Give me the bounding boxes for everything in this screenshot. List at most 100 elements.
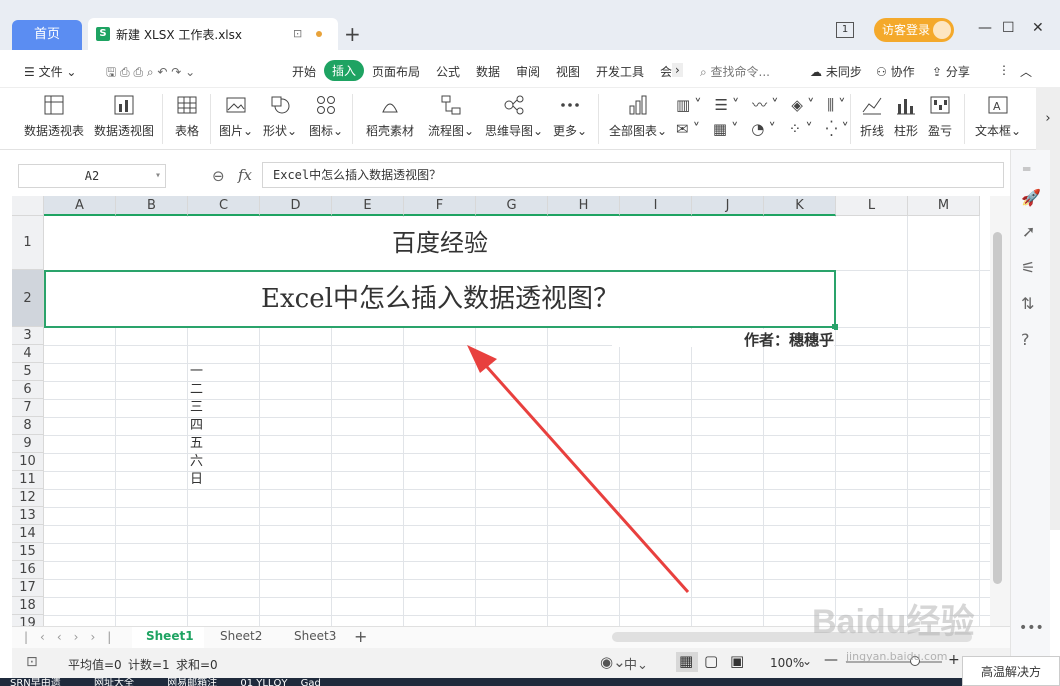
- tab-document[interactable]: S 新建 XLSX 工作表.xlsx ⊡: [88, 18, 338, 50]
- zoom-menu-icon[interactable]: ⌄: [802, 654, 812, 668]
- menu-page-layout[interactable]: 页面布局: [372, 63, 420, 80]
- taskbar-item[interactable]: 网易邮箱注: [167, 678, 217, 686]
- flowchart-button[interactable]: 流程图⌄: [424, 88, 478, 150]
- page-indicator-icon[interactable]: 1: [836, 22, 854, 38]
- column-chart-button[interactable]: 柱形: [888, 88, 924, 150]
- textbox-icon: A: [988, 96, 1008, 114]
- zoom-formula-icon[interactable]: ⊖: [212, 167, 225, 185]
- quick-tools-icon[interactable]: 🖫 ⎙ ⎙ ⌕ ↶ ↷ ⌄: [106, 63, 195, 84]
- menu-insert[interactable]: 插入: [324, 60, 365, 81]
- picture-button[interactable]: 图片⌄: [216, 88, 256, 150]
- winloss-chart-button[interactable]: 盈亏: [922, 88, 958, 150]
- collaborate-label: 协作: [890, 65, 915, 79]
- ribbon-scroll-right-icon[interactable]: ›: [1036, 88, 1060, 150]
- pivot-chart-icon: [114, 95, 134, 115]
- line-chart-button[interactable]: 折线: [854, 88, 890, 150]
- pin-icon[interactable]: ⊡: [293, 27, 302, 40]
- mindmap-button[interactable]: 思维导图⌄: [482, 88, 546, 150]
- icons-button[interactable]: 图标⌄: [306, 88, 346, 150]
- icons-label: 图标⌄: [308, 124, 344, 138]
- all-charts-button[interactable]: 全部图表⌄: [606, 88, 670, 150]
- search-command[interactable]: ⌕ 查找命令...: [700, 63, 770, 80]
- menu-bar: ☰ 文件 ⌄ 🖫 ⎙ ⎙ ⌕ ↶ ↷ ⌄ 开始 插入 页面布局 公式 数据 审阅…: [0, 50, 1060, 88]
- table-button[interactable]: 表格: [168, 88, 206, 150]
- search-command-label: 查找命令...: [710, 65, 770, 79]
- menu-file[interactable]: ☰ 文件 ⌄: [24, 63, 76, 80]
- rocket-icon[interactable]: 🚀: [1021, 188, 1041, 207]
- menu-member[interactable]: 会: [660, 63, 672, 80]
- menu-formulas[interactable]: 公式: [436, 63, 460, 80]
- name-box[interactable]: A2 ▾: [18, 164, 166, 188]
- taskbar: SRN早由遗 网址大全 网易邮箱注 01 YLLQY Gad: [0, 678, 962, 686]
- menu-data[interactable]: 数据: [476, 63, 500, 80]
- formula-input[interactable]: Excel中怎么插入数据透视图？: [262, 162, 1004, 188]
- separator: [850, 94, 851, 144]
- zoom-in-icon[interactable]: +: [948, 652, 960, 668]
- normal-view-icon[interactable]: ▦: [679, 652, 693, 670]
- help-icon[interactable]: ?: [1021, 330, 1030, 349]
- close-button[interactable]: ✕: [1032, 20, 1044, 36]
- add-sheet-button[interactable]: +: [354, 627, 367, 646]
- pane-grip-icon[interactable]: ═: [1023, 162, 1030, 176]
- material-button[interactable]: 稻壳素材: [360, 88, 420, 150]
- separator: [964, 94, 965, 144]
- sheet-nav-icon[interactable]: |‹‹››|: [24, 630, 123, 644]
- minimize-button[interactable]: —: [978, 20, 992, 36]
- more-button[interactable]: 更多⌄: [550, 88, 590, 150]
- tab-home[interactable]: 首页: [12, 20, 82, 50]
- cursor-select-icon[interactable]: ➚: [1022, 222, 1035, 241]
- pivot-table-icon: [44, 95, 64, 115]
- input-method-icon[interactable]: 中⌄: [624, 654, 648, 673]
- vertical-scrollbar[interactable]: [990, 196, 1010, 626]
- more-menu-icon[interactable]: ⋮: [998, 63, 1010, 77]
- textbox-button[interactable]: A 文本框⌄: [968, 88, 1028, 150]
- pivot-chart-label: 数据透视图: [93, 124, 154, 138]
- status-count: 计数=1: [128, 658, 170, 672]
- sheet-tab-1[interactable]: Sheet1: [146, 629, 194, 643]
- vertical-scroll-thumb[interactable]: [993, 232, 1002, 584]
- eye-protection-icon[interactable]: ◉⌄: [600, 653, 626, 671]
- picture-label: 图片⌄: [218, 124, 254, 138]
- shape-button[interactable]: 形状⌄: [260, 88, 300, 150]
- separator: [162, 94, 163, 144]
- formula-bar: A2 ▾ ⊖ fx Excel中怎么插入数据透视图？: [0, 158, 1010, 196]
- menu-review[interactable]: 审阅: [516, 63, 540, 80]
- sheet-tab-2[interactable]: Sheet2: [220, 629, 262, 643]
- fx-icon[interactable]: fx: [238, 166, 252, 184]
- zoom-level[interactable]: 100%: [770, 656, 804, 670]
- pivot-chart-button[interactable]: 数据透视图: [92, 88, 156, 150]
- macro-icon[interactable]: ⊡: [26, 654, 38, 670]
- page-layout-view-icon[interactable]: ▢: [704, 652, 718, 670]
- spreadsheet-grid[interactable]: ABCDEFGHIJKLM 1 2 3 4 5 6 7 8 9 10 11 12 13 14 15 16 17 1…: [12, 196, 990, 626]
- shape-label: 形状⌄: [262, 124, 298, 138]
- more-label: 更多⌄: [552, 124, 588, 138]
- share-button[interactable]: ⇪ 分享: [932, 63, 970, 80]
- chevron-down-icon[interactable]: ▾: [155, 165, 161, 187]
- menu-developer[interactable]: 开发工具: [596, 63, 644, 80]
- backup-icon[interactable]: ⇅: [1021, 294, 1034, 313]
- taskbar-item[interactable]: Gad: [301, 678, 321, 686]
- collaborate-button[interactable]: ⚇ 协作: [876, 63, 915, 80]
- taskbar-item[interactable]: 网址大全: [94, 678, 134, 686]
- pivot-table-button[interactable]: 数据透视表: [22, 88, 86, 150]
- taskbar-item[interactable]: 01 YLLQY: [240, 678, 287, 686]
- more-options-icon[interactable]: •••: [1019, 620, 1044, 636]
- maximize-button[interactable]: ☐: [1002, 20, 1015, 36]
- page-break-view-icon[interactable]: ▣: [730, 652, 744, 670]
- chart-types-row-1[interactable]: ▥˅ ☰˅ 〰˅ ◈˅ ⫼˅: [676, 94, 850, 115]
- login-button[interactable]: 访客登录: [874, 18, 954, 42]
- sheet-tab-3[interactable]: Sheet3: [294, 629, 336, 643]
- menu-more-icon[interactable]: ›: [672, 63, 683, 77]
- collapse-ribbon-icon[interactable]: ︿: [1020, 63, 1032, 80]
- sync-button[interactable]: ☁ 未同步: [810, 63, 862, 80]
- notification-toast[interactable]: 高温解决方: [962, 656, 1060, 686]
- menu-home[interactable]: 开始: [292, 63, 316, 80]
- menu-view[interactable]: 视图: [556, 63, 580, 80]
- zoom-out-icon[interactable]: —: [824, 652, 838, 668]
- settings-slider-icon[interactable]: ⚟: [1021, 258, 1035, 277]
- background-window-edge: [1050, 150, 1060, 530]
- chart-types-row-2[interactable]: ✉˅ ▦˅ ◔˅ ⁘˅ ⁛˅: [676, 120, 853, 138]
- taskbar-item[interactable]: SRN早由遗: [10, 678, 61, 686]
- line-chart-label: 折线: [859, 124, 884, 138]
- new-tab-button[interactable]: +: [344, 22, 361, 46]
